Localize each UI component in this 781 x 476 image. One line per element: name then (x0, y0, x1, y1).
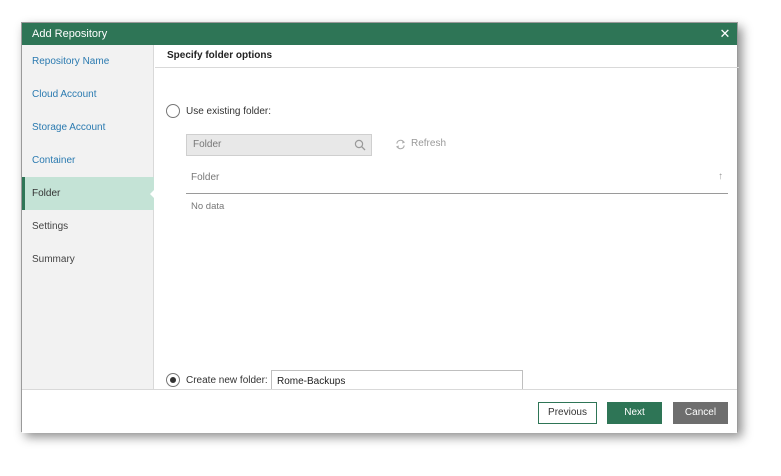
add-repository-dialog: Add Repository ✕ Repository Name Cloud A… (21, 22, 739, 433)
search-icon (354, 139, 366, 151)
radio-selected-dot (170, 377, 176, 383)
folder-search-placeholder: Folder (193, 139, 222, 150)
folder-table-header[interactable]: Folder ↑ (186, 166, 728, 194)
sidebar-item-container[interactable]: Container (22, 144, 154, 177)
use-existing-folder-radio[interactable] (166, 104, 180, 118)
column-header-folder[interactable]: Folder (191, 172, 219, 183)
refresh-label: Refresh (411, 138, 447, 149)
sort-arrow-icon: ↑ (718, 171, 723, 182)
sidebar-item-settings: Settings (32, 221, 69, 232)
wizard-steps-sidebar: Repository Name Cloud Account Storage Ac… (22, 45, 155, 389)
sidebar-item-storage-account[interactable]: Storage Account (22, 111, 154, 144)
sidebar-item-folder[interactable]: Folder (22, 177, 155, 210)
sidebar-item-cloud-account[interactable]: Cloud Account (22, 78, 154, 111)
main-panel: Specify folder options Use existing fold… (155, 45, 739, 393)
dialog-footer: Previous Next Cancel (22, 389, 737, 433)
cancel-button[interactable]: Cancel (673, 402, 728, 424)
close-icon[interactable]: ✕ (716, 25, 734, 43)
title-bar: Add Repository ✕ (22, 23, 737, 45)
section-title: Specify folder options (155, 45, 739, 68)
previous-button[interactable]: Previous (538, 402, 597, 424)
refresh-icon (395, 139, 406, 150)
use-existing-folder-label: Use existing folder: (186, 106, 272, 117)
create-new-folder-label: Create new folder: (186, 375, 268, 386)
window-title: Add Repository (32, 28, 108, 40)
create-new-folder-radio[interactable] (166, 373, 180, 387)
folder-search-input[interactable]: Folder (186, 134, 372, 156)
next-button[interactable]: Next (607, 402, 662, 424)
sidebar-item-repository-name[interactable]: Repository Name (22, 45, 154, 78)
table-empty-text: No data (191, 201, 225, 212)
sidebar-item-summary: Summary (32, 254, 75, 265)
